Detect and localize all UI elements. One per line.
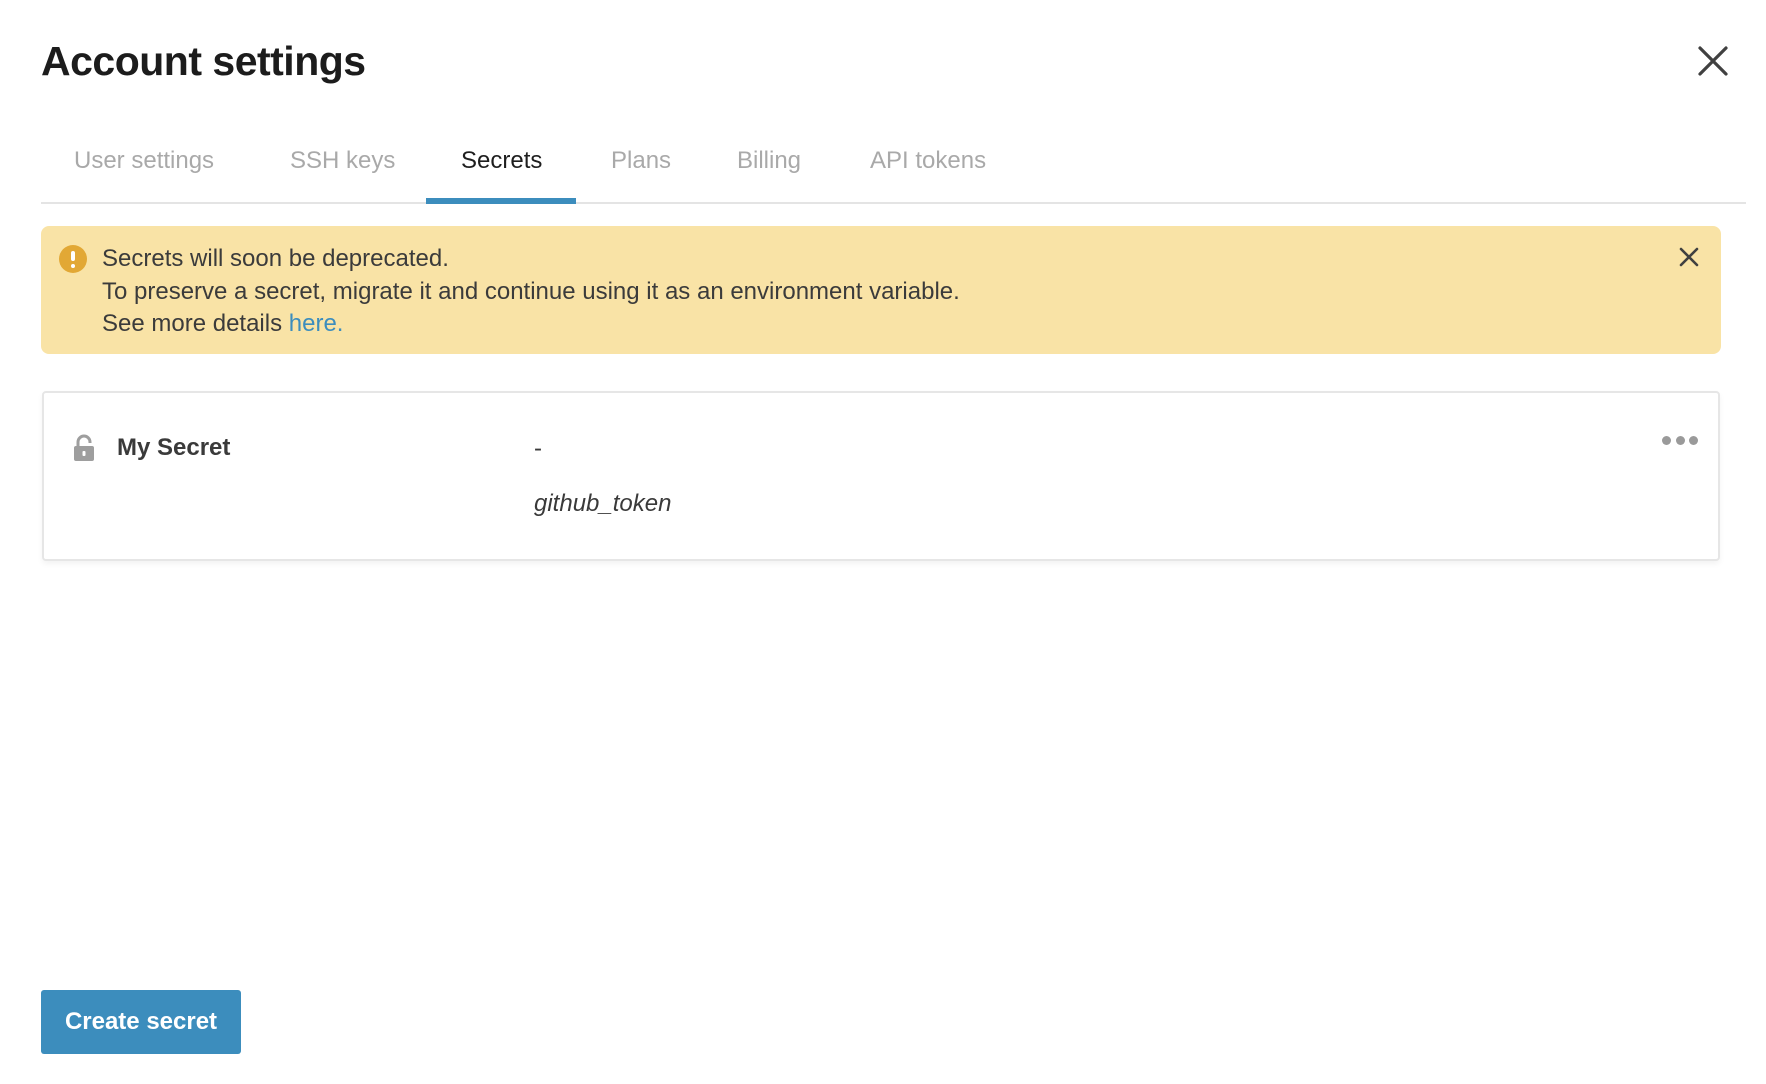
deprecation-alert: Secrets will soon be deprecated. To pres… (41, 226, 1721, 354)
tab-user-settings[interactable]: User settings (74, 130, 214, 202)
alert-details-link[interactable]: here. (289, 310, 344, 337)
alert-line-body: To preserve a secret, migrate it and con… (102, 277, 960, 305)
warning-icon (59, 245, 87, 273)
settings-tabs: User settings SSH keys Secrets Plans Bil… (41, 130, 1746, 204)
close-icon (1698, 46, 1728, 76)
secret-card: My Secret - github_token (42, 391, 1720, 561)
secret-key: github_token (534, 490, 672, 517)
active-tab-indicator (426, 198, 576, 204)
secret-description: - (534, 435, 542, 462)
create-secret-button[interactable]: Create secret (41, 990, 241, 1054)
secret-actions-menu-button[interactable] (1659, 427, 1701, 453)
more-horizontal-icon-dot (1675, 435, 1685, 445)
more-horizontal-icon (1662, 435, 1671, 445)
more-horizontal-icon-dot (1689, 435, 1698, 445)
tab-ssh-keys[interactable]: SSH keys (290, 130, 395, 202)
lock-icon (74, 434, 94, 461)
alert-message: Secrets will soon be deprecated. To pres… (102, 243, 960, 341)
secret-name: My Secret (117, 434, 231, 461)
close-modal-button[interactable] (1692, 40, 1734, 82)
page-title: Account settings (41, 38, 366, 84)
tab-secrets[interactable]: Secrets (461, 130, 542, 202)
tab-api-tokens[interactable]: API tokens (870, 130, 986, 202)
alert-close-button[interactable] (1674, 242, 1704, 272)
close-icon (1679, 247, 1699, 267)
tab-billing[interactable]: Billing (737, 130, 801, 202)
alert-line-details: See more details here. (102, 308, 960, 341)
alert-details-prefix: See more details (102, 310, 289, 337)
alert-line-title: Secrets will soon be deprecated. (102, 245, 449, 272)
tab-plans[interactable]: Plans (611, 130, 671, 202)
